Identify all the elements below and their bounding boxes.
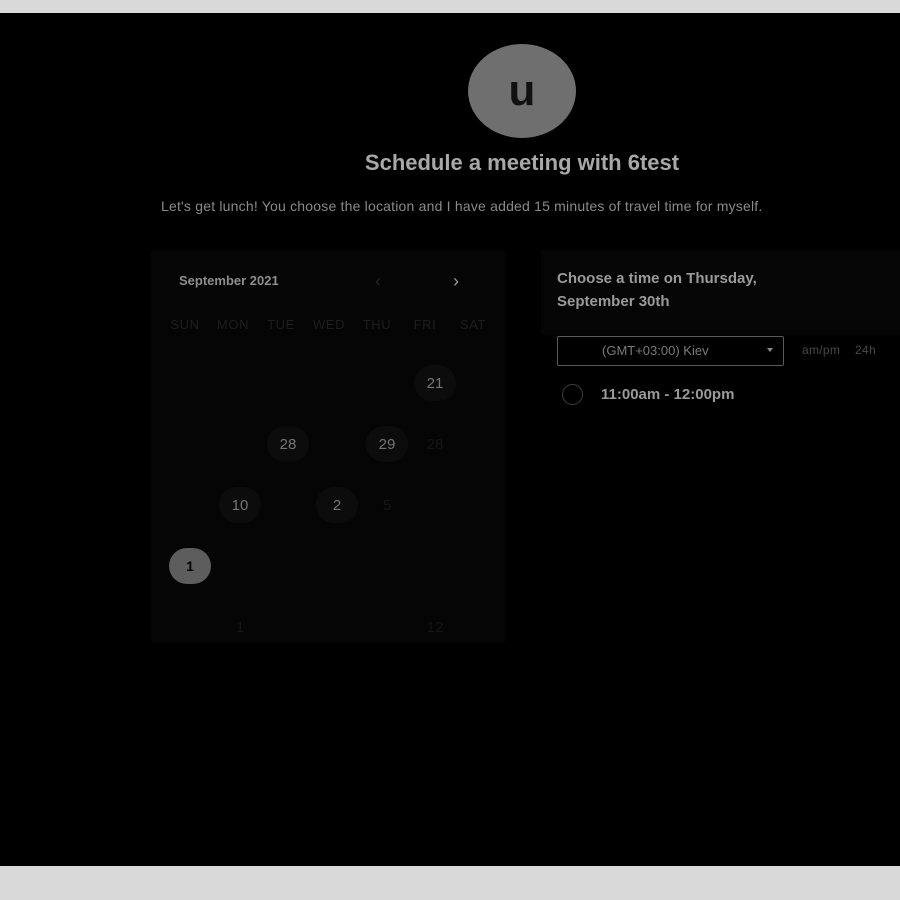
time-heading: Choose a time on Thursday, September 30t… [557,270,757,310]
day-cell: 5 [382,496,392,514]
page-title: Schedule a meeting with 6test [364,150,680,175]
next-month-chevron-icon[interactable]: › [448,271,464,291]
event-description: Let's get lunch! You choose the location… [161,198,763,214]
day-cell[interactable]: 28 [267,426,309,462]
weekday-tue: TUE [267,317,295,332]
day-cell: 1 [235,618,245,636]
date-picker: September 2021 ‹ › SUN MON TUE WED THU F… [151,250,506,643]
format-ampm-toggle[interactable]: am/pm [802,343,840,357]
day-cell[interactable]: 10 [219,487,261,523]
prev-month-chevron-icon[interactable]: ‹ [370,271,386,291]
day-cell-selected[interactable]: 1 [169,548,211,584]
weekday-wed: WED [312,317,346,332]
host-avatar: u [468,44,576,138]
weekday-thu: THU [362,317,392,332]
weekday-sun: SUN [170,317,200,332]
time-slot-radio[interactable] [562,384,583,405]
day-cell[interactable]: 21 [414,365,456,401]
day-cell[interactable]: 29 [366,426,408,462]
weekday-header: SUN MON TUE WED THU FRI SAT [161,317,501,333]
weekday-fri: FRI [413,317,437,332]
time-slot-label[interactable]: 11:00am - 12:00pm [601,386,734,403]
day-cell: 12 [426,618,444,636]
timezone-select[interactable]: (GMT+03:00) Kiev [557,336,784,366]
scheduler-screen: u Schedule a meeting with 6test Let's ge… [0,13,900,866]
day-cell: 28 [426,435,444,453]
month-label: September 2021 [179,273,279,288]
caret-down-icon [767,348,773,352]
timezone-value: (GMT+03:00) Kiev [602,343,709,358]
weekday-mon: MON [216,317,250,332]
time-panel-header: Choose a time on Thursday, September 30t… [541,250,900,335]
day-cell[interactable]: 2 [316,487,358,523]
weekday-sat: SAT [459,317,487,332]
format-24h-toggle[interactable]: 24h [855,343,876,357]
